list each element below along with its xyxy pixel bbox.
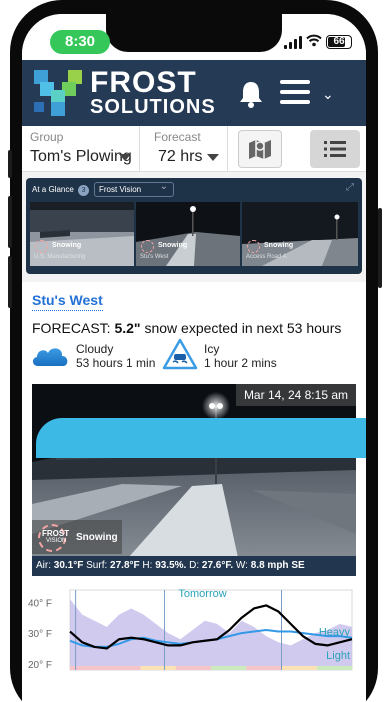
signal-icon bbox=[284, 35, 302, 49]
wind-value: 8.8 mph SE bbox=[250, 560, 305, 571]
status-bar: 8:30 66 bbox=[22, 14, 366, 60]
battery-level: 66 bbox=[333, 36, 345, 47]
road-condition-strip-segment bbox=[140, 666, 177, 670]
group-select[interactable]: Group Tom's Plowing bbox=[22, 126, 140, 172]
notch bbox=[106, 14, 282, 52]
icy-road-icon bbox=[162, 338, 198, 370]
thumbnail-name: Access Road A bbox=[246, 254, 287, 260]
thumbnail-status: Snowing bbox=[264, 242, 294, 249]
wifi-icon bbox=[306, 34, 322, 50]
humidity-label: H: bbox=[142, 560, 153, 571]
road-condition-strip-segment bbox=[246, 666, 282, 670]
app-header: FROST SOLUTIONS ⌄ bbox=[22, 60, 366, 126]
chart-annotation-light: Light bbox=[326, 650, 350, 662]
caret-down-icon bbox=[207, 154, 219, 161]
frost-vision-line-2: VISION bbox=[46, 538, 67, 544]
camera-status: Snowing bbox=[76, 532, 118, 543]
camera-thumbnail[interactable]: Snowing Access Road A bbox=[242, 202, 358, 266]
glance-count-badge: 3 bbox=[78, 185, 90, 196]
road-condition-strip-segment bbox=[175, 666, 212, 670]
chart-annotation-tomorrow: Tomorrow bbox=[178, 588, 226, 600]
status-time: 8:30 bbox=[50, 30, 110, 54]
wind-label: W: bbox=[235, 560, 248, 571]
surf-value: 27.8°F bbox=[110, 560, 140, 571]
thumbnail-name: U.S. Manufacturing bbox=[34, 254, 86, 260]
forecast-summary: FORECAST: 5.2" snow expected in next 53 … bbox=[32, 320, 341, 336]
camera-timestamp: Mar 14, 24 8:15 am bbox=[235, 384, 356, 406]
air-label: Air: bbox=[36, 560, 51, 571]
cloud-icon bbox=[32, 348, 68, 366]
battery-icon: 66 bbox=[326, 35, 352, 49]
list-icon bbox=[324, 141, 346, 157]
chevron-down-icon[interactable]: ⌄ bbox=[322, 86, 334, 103]
glance-view-select[interactable]: Frost Vision bbox=[94, 180, 174, 197]
list-view-button[interactable] bbox=[310, 130, 360, 168]
camera-thumbnail[interactable]: Snowing U.S. Manufacturing bbox=[30, 202, 134, 266]
group-value: Tom's Plowing bbox=[30, 148, 132, 165]
camera-readings: Air: 30.1°F Surf: 27.8°F H: 93.5%. D: 27… bbox=[32, 556, 356, 576]
road-condition-strip-segment bbox=[316, 666, 353, 670]
forecast-prefix: FORECAST: bbox=[32, 320, 111, 336]
thumbnail-name: Stu's West bbox=[140, 254, 169, 260]
phone-volume-down-button bbox=[8, 256, 12, 308]
surf-label: Surf: bbox=[86, 560, 108, 571]
phone-volume-up-button bbox=[8, 196, 12, 248]
condition-duration: 1 hour 2 mins bbox=[204, 356, 277, 370]
bell-icon[interactable] bbox=[238, 80, 264, 108]
map-view-button[interactable] bbox=[238, 130, 282, 168]
y-tick-label: 30° F bbox=[28, 629, 52, 640]
frost-vision-badge-icon bbox=[247, 240, 260, 253]
group-label: Group bbox=[30, 130, 64, 144]
brand-line-2: SOLUTIONS bbox=[90, 96, 216, 118]
frost-vision-line-1: FROST bbox=[42, 529, 70, 538]
forecast-text: snow expected in next 53 hours bbox=[144, 320, 342, 336]
condition-duration: 53 hours 1 min bbox=[76, 356, 156, 370]
status-icons: 66 bbox=[284, 34, 352, 50]
road-condition-strip-segment bbox=[281, 666, 318, 670]
bottom-sheet-handle[interactable] bbox=[36, 418, 366, 458]
road-condition-strip-segment bbox=[105, 666, 141, 670]
chart-annotation-heavy: Heavy bbox=[319, 627, 351, 639]
frost-vision-badge: FROST VISION Snowing bbox=[32, 520, 122, 554]
forecast-chart[interactable]: 40° F 30° F 20° F Tomorrow Heavy Light bbox=[22, 582, 366, 682]
frost-logo-icon bbox=[34, 70, 82, 116]
forecast-value: 72 hrs bbox=[158, 148, 203, 165]
dewpoint-value: 27.6°F. bbox=[201, 560, 234, 571]
y-tick-label: 20° F bbox=[28, 660, 52, 671]
frost-vision-badge-icon bbox=[35, 240, 48, 253]
brand-line-1: FROST bbox=[90, 66, 197, 99]
frost-vision-badge-icon bbox=[141, 240, 154, 253]
forecast-label: Forecast bbox=[154, 130, 201, 144]
glance-title: At a Glance 3 bbox=[32, 185, 90, 196]
expand-icon[interactable]: ⤢ bbox=[346, 182, 354, 193]
dewpoint-label: D: bbox=[189, 560, 200, 571]
forecast-select[interactable]: Forecast 72 hrs bbox=[146, 126, 228, 172]
map-icon bbox=[249, 140, 271, 159]
road-condition-strip-segment bbox=[211, 666, 247, 670]
thumbnail-status: Snowing bbox=[158, 242, 188, 249]
app-screen: 8:30 66 FROST SOLUTIONS ⌄ Group Tom's Pl… bbox=[22, 14, 366, 702]
air-value: 30.1°F bbox=[53, 560, 84, 571]
site-card: Stu's West FORECAST: 5.2" snow expected … bbox=[22, 282, 366, 702]
camera-thumbnail[interactable]: Snowing Stu's West bbox=[136, 202, 240, 266]
phone-mute-button bbox=[8, 150, 12, 178]
caret-down-icon bbox=[119, 154, 131, 161]
y-tick-label: 40° F bbox=[28, 598, 52, 609]
glance-title-text: At a Glance bbox=[32, 185, 74, 194]
thumbnail-status: Snowing bbox=[52, 242, 82, 249]
forecast-chart-svg: 40° F 30° F 20° F Tomorrow Heavy Light bbox=[28, 588, 353, 671]
at-a-glance-panel: At a Glance 3 Frost Vision ⤢ Snowing U.S… bbox=[26, 178, 362, 274]
camera-view[interactable]: Mar 14, 24 8:15 am FROST VISION Snowing … bbox=[32, 384, 356, 576]
humidity-value: 93.5%. bbox=[155, 560, 187, 571]
hamburger-menu-icon[interactable] bbox=[280, 80, 310, 106]
phone-power-button bbox=[378, 208, 382, 288]
forecast-amount: 5.2" bbox=[114, 320, 141, 336]
filter-bar: Group Tom's Plowing Forecast 72 hrs bbox=[22, 126, 366, 172]
condition-label: Icy bbox=[204, 342, 220, 356]
condition-label: Cloudy bbox=[76, 342, 114, 356]
site-name-link[interactable]: Stu's West bbox=[32, 292, 103, 311]
